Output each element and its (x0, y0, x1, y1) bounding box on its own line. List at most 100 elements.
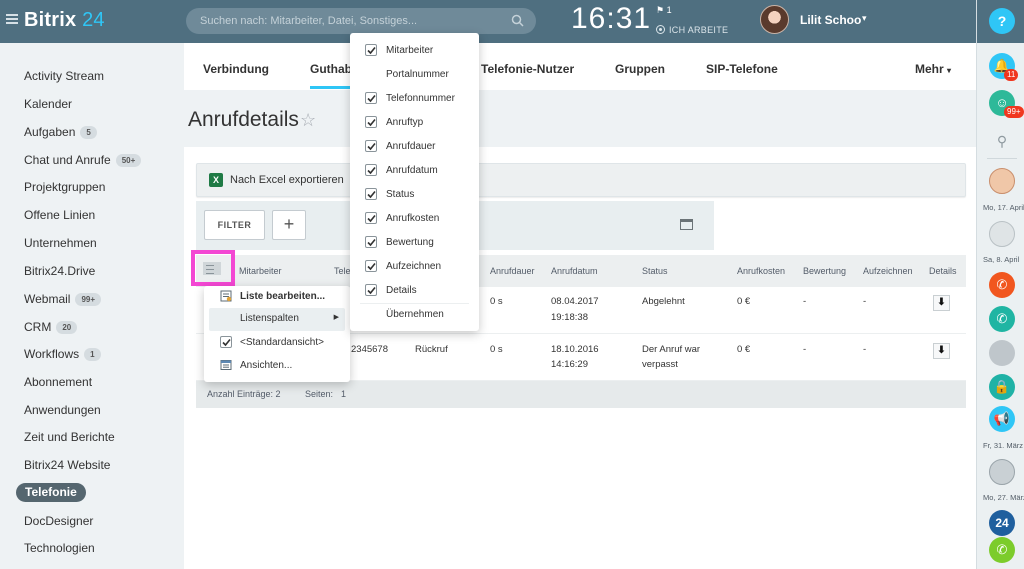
sidebar-item-anwendungen[interactable]: Anwendungen (24, 403, 101, 417)
menu-item-listenspalten[interactable]: Listenspalten ▶ (209, 308, 345, 331)
sidebar-item-chat[interactable]: Chat und Anrufe 50+ (24, 153, 142, 167)
column-header-anrufkosten[interactable]: Anrufkosten (737, 266, 785, 276)
column-header-bewertung[interactable]: Bewertung (803, 266, 846, 276)
column-option-status[interactable]: Status (350, 183, 479, 207)
sidebar-item-webmail[interactable]: Webmail 99+ (24, 292, 102, 306)
sidebar-item-aufgaben[interactable]: Aufgaben 5 (24, 125, 97, 139)
phone-call-icon[interactable]: ✆ (989, 537, 1015, 563)
menu-icon[interactable] (6, 14, 18, 24)
column-option-telefonnummer[interactable]: Telefonnummer (350, 87, 479, 111)
tab-verbindung[interactable]: Verbindung (203, 62, 269, 76)
column-option-mitarbeiter[interactable]: Mitarbeiter (350, 39, 479, 63)
checkbox[interactable] (365, 260, 377, 272)
column-header-details[interactable]: Details (929, 266, 957, 276)
window-icon[interactable] (680, 219, 693, 230)
column-option-anrufdatum[interactable]: Anrufdatum (350, 159, 479, 183)
column-header-aufzeichnen[interactable]: Aufzeichnen (863, 266, 913, 276)
sidebar-item-technologien[interactable]: Technologien (24, 541, 95, 555)
checkbox[interactable] (365, 284, 377, 296)
phone-icon[interactable]: ✆ (989, 306, 1015, 332)
checkbox[interactable] (365, 236, 377, 248)
sidebar-item-zeit-und-berichte[interactable]: Zeit und Berichte (24, 430, 115, 444)
tab-telefonie-nutzer[interactable]: Telefonie-Nutzer (481, 62, 574, 76)
contact-avatar[interactable] (989, 221, 1015, 247)
page-number[interactable]: 1 (341, 389, 346, 399)
flag-counter[interactable]: ⚑ 1 (656, 5, 672, 16)
check-icon (367, 46, 376, 55)
brand-logo[interactable]: Bitrix 24 (24, 9, 105, 32)
excel-export-button[interactable]: X Nach Excel exportieren (196, 163, 966, 197)
sidebar-item-projektgruppen[interactable]: Projektgruppen (24, 180, 105, 194)
checkbox[interactable] (365, 164, 377, 176)
menu-item-ansichten[interactable]: Ansichten... (209, 355, 345, 378)
checkbox[interactable] (365, 212, 377, 224)
sidebar-item-docdesigner[interactable]: DocDesigner (24, 514, 93, 528)
sidebar-item-workflows[interactable]: Workflows 1 (24, 347, 101, 361)
contact-avatar[interactable] (989, 168, 1015, 194)
column-option-anrufdauer[interactable]: Anrufdauer (350, 135, 479, 159)
column-option-details[interactable]: Details (350, 279, 479, 303)
tab-sip-telefone[interactable]: SIP-Telefone (706, 62, 778, 76)
tab-gruppen[interactable]: Gruppen (615, 62, 665, 76)
column-option-portalnummer[interactable]: Portalnummer (350, 63, 479, 87)
sidebar-item-kalender[interactable]: Kalender (24, 97, 72, 111)
search-icon[interactable]: ⚲ (989, 128, 1015, 154)
column-header-mitarbeiter[interactable]: Mitarbeiter (239, 266, 282, 276)
sidebar-item-label: Unternehmen (24, 236, 97, 250)
column-option-aufzeichnen[interactable]: Aufzeichnen (350, 255, 479, 279)
apply-button[interactable]: Übernehmen (350, 303, 479, 327)
sidebar-item-abonnement[interactable]: Abonnement (24, 375, 92, 389)
download-icon[interactable]: ⬇ (933, 295, 950, 311)
tab-guthaben[interactable]: Guthab (310, 62, 352, 76)
menu-item-liste-bearbeiten[interactable]: Liste bearbeiten... (209, 286, 345, 309)
sidebar-item-offene-linien[interactable]: Offene Linien (24, 208, 95, 222)
chevron-down-icon[interactable]: ▾ (862, 13, 867, 24)
lock-icon[interactable]: 🔒 (989, 374, 1015, 400)
avatar[interactable] (760, 5, 789, 34)
menu-item-standardansicht[interactable]: <Standardansicht> (209, 332, 345, 355)
checkbox[interactable] (220, 336, 232, 348)
sidebar-item-drive[interactable]: Bitrix24.Drive (24, 264, 95, 278)
help-button[interactable]: ? (989, 8, 1015, 34)
checkbox[interactable] (365, 116, 377, 128)
contact-avatar[interactable] (989, 340, 1015, 366)
tab-mehr[interactable]: Mehr ▾ (915, 62, 951, 76)
sidebar-item-label: Bitrix24 Website (24, 458, 111, 472)
star-icon[interactable]: ☆ (300, 110, 316, 131)
checkbox[interactable] (365, 140, 377, 152)
search-icon[interactable] (511, 14, 524, 27)
column-option-bewertung[interactable]: Bewertung (350, 231, 479, 255)
user-name[interactable]: Lilit Schoo (800, 13, 861, 27)
bitrix24-icon[interactable]: 24 (989, 510, 1015, 536)
column-header-telefon[interactable]: Tele (334, 266, 351, 276)
add-button[interactable]: + (272, 210, 306, 240)
column-option-anruftyp[interactable]: Anruftyp (350, 111, 479, 135)
search-input[interactable] (200, 8, 500, 34)
cell-aufzeichnen: - (863, 296, 867, 307)
check-icon (367, 166, 376, 175)
sidebar-item-crm[interactable]: CRM 20 (24, 320, 78, 334)
filter-button[interactable]: FILTER (204, 210, 265, 240)
count-badge: 20 (56, 321, 78, 334)
phone-icon[interactable]: ✆ (989, 272, 1015, 298)
apply-label: Übernehmen (386, 309, 444, 320)
checkbox[interactable] (365, 188, 377, 200)
sidebar-item-unternehmen[interactable]: Unternehmen (24, 236, 97, 250)
megaphone-icon[interactable]: 📢 (989, 406, 1015, 432)
search-box[interactable] (186, 8, 536, 34)
column-option-label: Anruftyp (386, 117, 424, 128)
column-header-anrufdatum[interactable]: Anrufdatum (551, 266, 598, 276)
sidebar-item-activity-stream[interactable]: Activity Stream (24, 69, 104, 83)
column-header-anrufdauer[interactable]: Anrufdauer (490, 266, 535, 276)
checkbox[interactable] (365, 44, 377, 56)
sidebar-item-website[interactable]: Bitrix24 Website (24, 458, 110, 472)
checkbox[interactable] (365, 92, 377, 104)
sidebar: Activity Stream Kalender Aufgaben 5 Chat … (0, 43, 184, 569)
check-icon (367, 214, 376, 223)
sidebar-item-telefonie[interactable]: Telefonie (16, 483, 86, 502)
column-header-status[interactable]: Status (642, 266, 668, 276)
contact-avatar[interactable] (989, 459, 1015, 485)
download-icon[interactable]: ⬇ (933, 343, 950, 359)
work-status[interactable]: ICH ARBEITE (656, 25, 728, 35)
column-option-anrufkosten[interactable]: Anrufkosten (350, 207, 479, 231)
